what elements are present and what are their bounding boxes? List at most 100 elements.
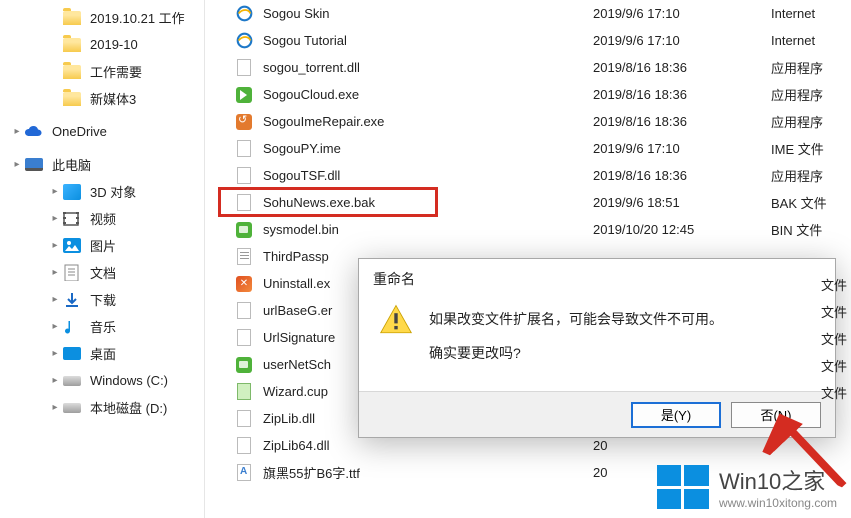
expand-caret-icon[interactable]: ▸ xyxy=(48,321,62,332)
tree-item-label: 桌面 xyxy=(90,344,116,363)
file-ie-icon xyxy=(235,32,253,50)
file-name: SogouCloud.exe xyxy=(263,87,359,102)
file-name: Wizard.cup xyxy=(263,384,328,399)
file-name: UrlSignature xyxy=(263,330,335,345)
file-name: urlBaseG.er xyxy=(263,303,332,318)
pc-icon xyxy=(24,155,44,175)
file-date: 2019/10/20 12:45 xyxy=(593,222,771,237)
file-date: 2019/8/16 18:36 xyxy=(593,87,771,102)
file-name: SogouTSF.dll xyxy=(263,168,340,183)
tree-item-folder[interactable]: 工作需要 xyxy=(0,58,204,85)
file-ie-icon xyxy=(235,5,253,23)
file-name: Uninstall.ex xyxy=(263,276,330,291)
file-type: 应用程序 xyxy=(771,58,823,77)
file-date: 2019/9/6 17:10 xyxy=(593,6,771,21)
folder-icon xyxy=(62,35,82,55)
expand-caret-icon[interactable]: ▸ xyxy=(48,213,62,224)
expand-caret-icon[interactable]: ▸ xyxy=(48,294,62,305)
folder-icon xyxy=(62,62,82,82)
file-dll-icon xyxy=(235,410,253,428)
drive-icon xyxy=(62,371,82,391)
tree-item-video[interactable]: ▸ 视频 xyxy=(0,205,204,232)
dialog-message-1: 如果改变文件扩展名，可能会导致文件不可用。 xyxy=(429,303,723,337)
expand-caret-icon[interactable]: ▸ xyxy=(48,375,62,386)
file-type: BIN 文件 xyxy=(771,220,822,239)
file-row[interactable]: SogouTSF.dll2019/8/16 18:36应用程序 xyxy=(205,162,851,189)
tree-item-doc[interactable]: ▸ 文档 xyxy=(0,259,204,286)
file-row[interactable]: SogouPY.ime2019/9/6 17:10IME 文件 xyxy=(205,135,851,162)
file-name: sogou_torrent.dll xyxy=(263,60,360,75)
tree-item-download[interactable]: ▸下载 xyxy=(0,286,204,313)
tree-item-3d[interactable]: ▸3D 对象 xyxy=(0,178,204,205)
yes-button[interactable]: 是(Y) xyxy=(631,402,721,428)
expand-caret-icon[interactable]: ▸ xyxy=(48,186,62,197)
expand-caret-icon[interactable]: ▸ xyxy=(48,267,62,278)
file-type: Internet xyxy=(771,33,815,48)
desktop-icon xyxy=(62,344,82,364)
expand-caret-icon[interactable]: ▸ xyxy=(48,240,62,251)
file-blank-icon xyxy=(235,329,253,347)
tree-item-pc[interactable]: ▸此电脑 xyxy=(0,151,204,178)
file-type: 应用程序 xyxy=(771,112,823,131)
onedrive-icon xyxy=(24,122,44,142)
dialog-button-row: 是(Y) 否(N) xyxy=(359,391,835,437)
tree-item-folder[interactable]: 新媒体3 xyxy=(0,85,204,112)
tree-item-label: 2019-10 xyxy=(90,37,138,52)
file-type: 应用程序 xyxy=(771,166,823,185)
expand-caret-icon[interactable]: ▸ xyxy=(48,402,62,413)
tree-item-label: 文档 xyxy=(90,263,116,282)
file-name: 旗黑55扩B6字.ttf xyxy=(263,463,360,482)
type-column-edge: 文件文件文件文件文件 xyxy=(821,272,847,407)
file-date: 20 xyxy=(593,438,771,453)
file-ttf-icon xyxy=(235,464,253,482)
file-row[interactable]: sysmodel.bin 2019/10/20 12:45BIN 文件 xyxy=(205,216,851,243)
file-dll-icon xyxy=(235,59,253,77)
file-name: ZipLib.dll xyxy=(263,411,315,426)
file-row[interactable]: sogou_torrent.dll2019/8/16 18:36应用程序 xyxy=(205,54,851,81)
folder-icon xyxy=(62,89,82,109)
file-row[interactable]: SogouImeRepair.exe2019/8/16 18:36应用程序 xyxy=(205,108,851,135)
file-name: ZipLib64.dll xyxy=(263,438,330,453)
doc-icon xyxy=(62,263,82,283)
expand-caret-icon[interactable]: ▸ xyxy=(10,159,24,170)
tree-item-music[interactable]: ▸音乐 xyxy=(0,313,204,340)
dialog-title: 重命名 xyxy=(359,259,835,299)
tree-item-folder[interactable]: 2019-10 xyxy=(0,31,204,58)
file-name: userNetSch xyxy=(263,357,331,372)
tree-item-drive[interactable]: ▸Windows (C:) xyxy=(0,367,204,394)
watermark: Win10之家 www.win10xitong.com xyxy=(657,464,837,510)
file-type: 应用程序 xyxy=(771,85,823,104)
dialog-message-2: 确实要更改吗? xyxy=(429,337,723,371)
file-row[interactable]: Sogou Tutorial 2019/9/6 17:10Internet xyxy=(205,27,851,54)
tree-item-desktop[interactable]: ▸ 桌面 xyxy=(0,340,204,367)
file-blank-icon xyxy=(235,302,253,320)
file-row[interactable]: SohuNews.exe.bak2019/9/6 18:51BAK 文件 xyxy=(205,189,851,216)
file-row[interactable]: SogouCloud.exe 2019/8/16 18:36应用程序 xyxy=(205,81,851,108)
expand-caret-icon[interactable]: ▸ xyxy=(10,126,24,137)
tree-item-label: 本地磁盘 (D:) xyxy=(90,398,167,417)
file-dll-icon xyxy=(235,167,253,185)
file-name: SogouPY.ime xyxy=(263,141,341,156)
video-icon xyxy=(62,209,82,229)
tree-item-onedrive[interactable]: ▸ OneDrive xyxy=(0,118,204,145)
file-name: Sogou Skin xyxy=(263,6,330,21)
rename-dialog: 重命名 如果改变文件扩展名，可能会导致文件不可用。 确实要更改吗? 是(Y) 否… xyxy=(358,258,836,438)
file-name: ThirdPassp xyxy=(263,249,329,264)
tree-item-label: 视频 xyxy=(90,209,116,228)
tree-item-folder[interactable]: 2019.10.21 工作 xyxy=(0,4,204,31)
file-name: sysmodel.bin xyxy=(263,222,339,237)
tree-item-drive[interactable]: ▸ 本地磁盘 (D:) xyxy=(0,394,204,421)
file-type: Internet xyxy=(771,6,815,21)
tree-item-pic[interactable]: ▸图片 xyxy=(0,232,204,259)
file-dll-icon xyxy=(235,437,253,455)
windows-logo-icon xyxy=(657,465,709,509)
tree-item-label: 工作需要 xyxy=(90,62,142,81)
tree-item-label: OneDrive xyxy=(52,124,107,139)
tree-item-label: 新媒体3 xyxy=(90,89,136,108)
file-row[interactable]: Sogou Skin 2019/9/6 17:10Internet xyxy=(205,0,851,27)
file-date: 2019/9/6 17:10 xyxy=(593,33,771,48)
file-name: Sogou Tutorial xyxy=(263,33,347,48)
watermark-title: Win10之家 xyxy=(719,464,837,496)
file-sys-icon xyxy=(235,356,253,374)
expand-caret-icon[interactable]: ▸ xyxy=(48,348,62,359)
